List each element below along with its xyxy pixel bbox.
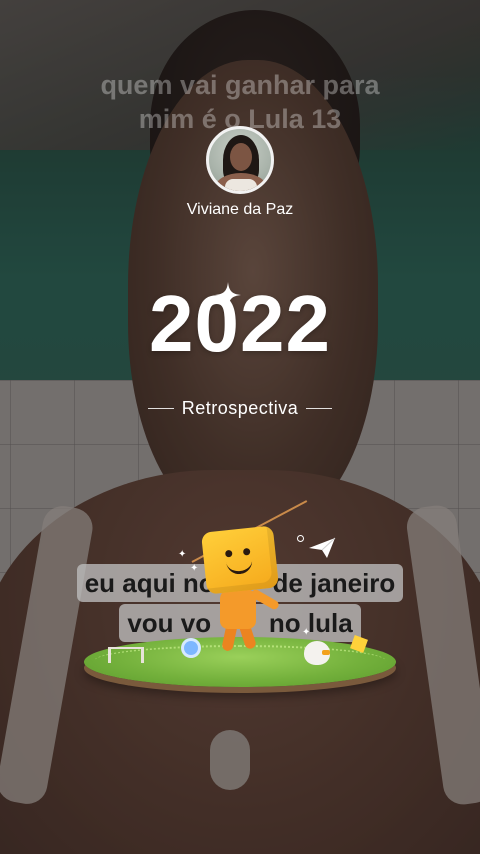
subtitle: Retrospectiva bbox=[181, 398, 299, 418]
profile-avatar[interactable] bbox=[206, 126, 274, 194]
subtitle-row: Retrospectiva bbox=[130, 396, 350, 420]
fence-icon bbox=[108, 647, 144, 663]
mascot-illustration: ✦ ✦ ✦ bbox=[80, 500, 400, 705]
paper-plane-icon bbox=[309, 537, 336, 558]
subtitle-divider-left bbox=[147, 407, 174, 409]
star-icon: ✦ bbox=[178, 549, 187, 560]
bird-icon bbox=[304, 641, 330, 665]
flower-icon bbox=[184, 641, 198, 655]
sparkle-icon bbox=[215, 282, 241, 308]
mascot-head bbox=[200, 525, 280, 595]
top-caption-line-1: quem vai ganhar para bbox=[100, 70, 380, 100]
ring-decoration bbox=[297, 535, 304, 542]
profile-name[interactable]: Viviane da Paz bbox=[140, 201, 340, 219]
subtitle-divider-right bbox=[306, 407, 333, 409]
story-screen: quem vai ganhar para mim é o Lula 13 Viv… bbox=[0, 0, 480, 854]
star-icon: ✦ bbox=[302, 627, 311, 638]
star-icon: ✦ bbox=[190, 563, 199, 574]
